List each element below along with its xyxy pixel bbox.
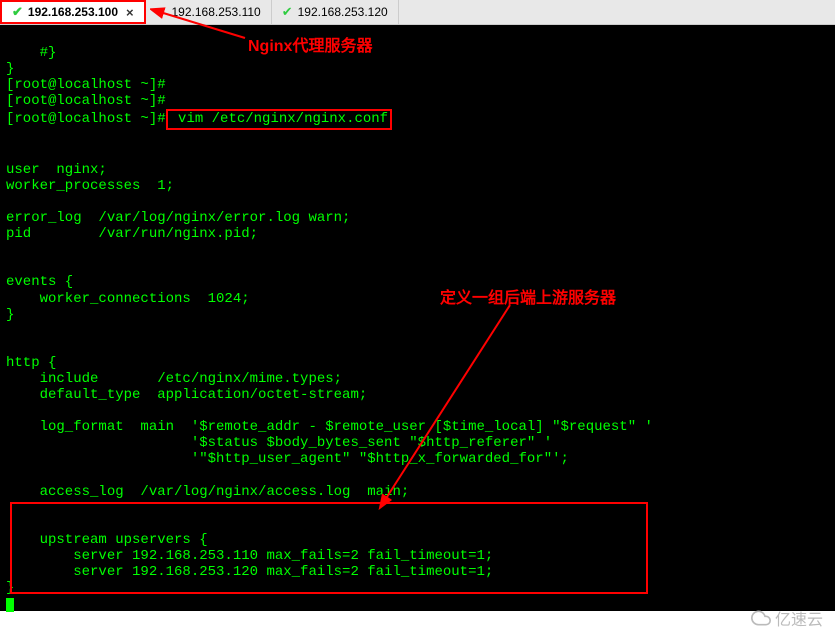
cfg-line: worker_processes 1; — [6, 178, 174, 194]
cfg-line: http { — [6, 355, 56, 371]
cfg-line: '$status $body_bytes_sent "$http_referer… — [6, 435, 552, 451]
tab-3[interactable]: ✔ 192.168.253.120 — [272, 0, 399, 24]
prompt: [root@localhost ~]# — [6, 93, 166, 109]
annotation-upstream: 定义一组后端上游服务器 — [440, 284, 616, 308]
cfg-line: } — [6, 307, 14, 323]
tab-bar: ✔ 192.168.253.100 × ✔ 192.168.253.110 ✔ … — [0, 0, 835, 25]
cfg-line: include /etc/nginx/mime.types; — [6, 371, 342, 387]
watermark-text: 亿速云 — [775, 606, 823, 630]
highlight-box-upstream — [10, 502, 648, 594]
cfg-line: default_type application/octet-stream; — [6, 387, 367, 403]
cfg-line: pid /var/run/nginx.pid; — [6, 226, 258, 242]
prompt: [root@localhost ~]# — [6, 111, 166, 127]
cursor — [6, 598, 14, 612]
check-icon: ✔ — [156, 4, 167, 20]
cfg-line: access_log /var/log/nginx/access.log mai… — [6, 484, 409, 500]
close-icon[interactable]: × — [126, 5, 134, 20]
tab-2[interactable]: ✔ 192.168.253.110 — [146, 0, 272, 24]
cfg-line: user nginx; — [6, 162, 107, 178]
highlighted-command: vim /etc/nginx/nginx.conf — [166, 109, 392, 129]
line: #} — [6, 45, 56, 61]
cfg-line: '"$http_user_agent" "$http_x_forwarded_f… — [6, 451, 569, 467]
cfg-line: events { — [6, 274, 73, 290]
cfg-line: log_format main '$remote_addr - $remote_… — [6, 419, 653, 435]
cfg-line: worker_connections 1024; — [6, 291, 250, 307]
annotation-proxy: Nginx代理服务器 — [248, 32, 372, 56]
tab-1[interactable]: ✔ 192.168.253.100 × — [0, 0, 146, 24]
tab-label: 192.168.253.100 — [28, 5, 118, 19]
check-icon: ✔ — [282, 4, 293, 20]
cloud-icon — [751, 608, 771, 628]
tab-label: 192.168.253.120 — [298, 5, 388, 19]
watermark: 亿速云 — [751, 606, 823, 630]
check-icon: ✔ — [12, 4, 23, 20]
cfg-line: error_log /var/log/nginx/error.log warn; — [6, 210, 350, 226]
prompt: [root@localhost ~]# — [6, 77, 166, 93]
tab-label: 192.168.253.110 — [172, 5, 261, 19]
